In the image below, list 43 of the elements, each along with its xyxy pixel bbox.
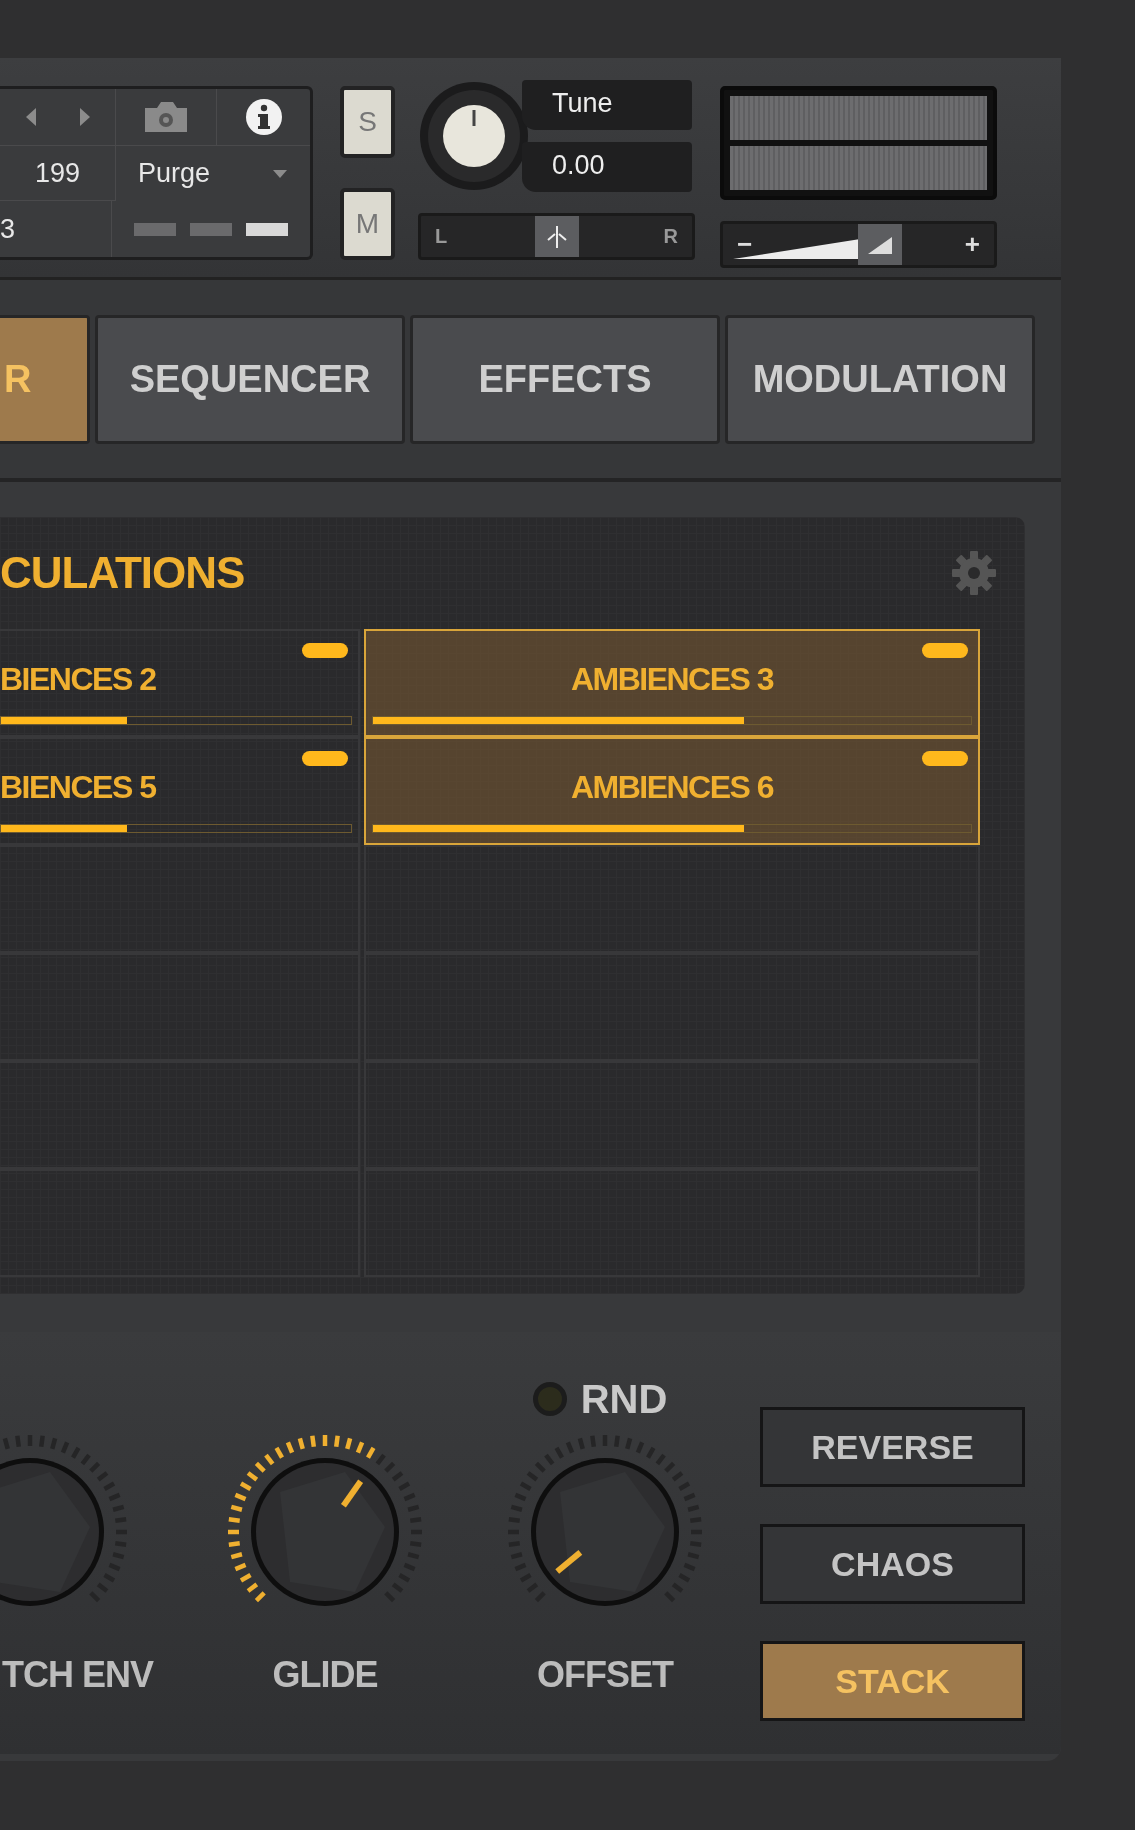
mode-button[interactable]: CHAOS [760, 1524, 1025, 1604]
articulation-label: BIENCES 2 [0, 660, 156, 698]
knob-label: OFFSET [537, 1654, 673, 1696]
articulation-label: BIENCES 5 [0, 768, 156, 806]
volume-slider[interactable]: − + [720, 221, 997, 268]
toggle-switch[interactable] [922, 643, 968, 658]
volume-plus-label: + [964, 229, 980, 260]
toggle-switch[interactable] [302, 643, 348, 658]
pan-handle[interactable] [534, 216, 579, 257]
tune-label: Tune [522, 80, 692, 130]
articulation-label: AMBIENCES 3 [570, 660, 774, 698]
settings-icon[interactable] [951, 550, 997, 596]
info-icon[interactable] [243, 96, 284, 137]
articulation-cell[interactable]: AMBIENCES 3 [364, 629, 980, 737]
toggle-switch[interactable] [302, 751, 348, 766]
volume-handle[interactable] [858, 224, 903, 265]
articulation-cell[interactable]: AMBIENCES 6 [364, 737, 980, 845]
mute-button[interactable]: M [340, 188, 395, 260]
articulation-cell[interactable]: BIENCES 2 [0, 629, 360, 737]
preset-number: 199 [34, 157, 81, 189]
volume-minus-label: − [737, 229, 753, 260]
caret-icon[interactable] [272, 168, 288, 179]
indicator-bar[interactable] [246, 222, 288, 236]
tab[interactable]: MODULATION [725, 315, 1035, 444]
knob-label: TCH ENV [2, 1654, 153, 1696]
tab[interactable]: EFFECTS [410, 315, 720, 444]
tune-knob[interactable] [418, 80, 530, 192]
purge-menu[interactable]: Purge [138, 158, 211, 189]
toggle-switch[interactable] [922, 751, 968, 766]
pan-right-label: R [663, 225, 678, 248]
tune-value-field[interactable]: 0.00 [522, 142, 692, 192]
tab[interactable]: SEQUENCER [95, 315, 405, 444]
preset-value: 3 [0, 213, 16, 245]
panel-title: CULATIONS [0, 548, 245, 598]
pan-slider[interactable]: L R [418, 213, 695, 260]
solo-button[interactable]: S [340, 86, 395, 158]
rnd-label: RND [580, 1376, 668, 1422]
knob-label: GLIDE [272, 1654, 378, 1696]
articulation-cell[interactable]: BIENCES 5 [0, 737, 360, 845]
pan-left-label: L [435, 225, 448, 248]
next-arrow-icon[interactable] [77, 105, 92, 128]
articulation-label: AMBIENCES 6 [570, 768, 774, 806]
mode-button[interactable]: REVERSE [760, 1407, 1025, 1487]
